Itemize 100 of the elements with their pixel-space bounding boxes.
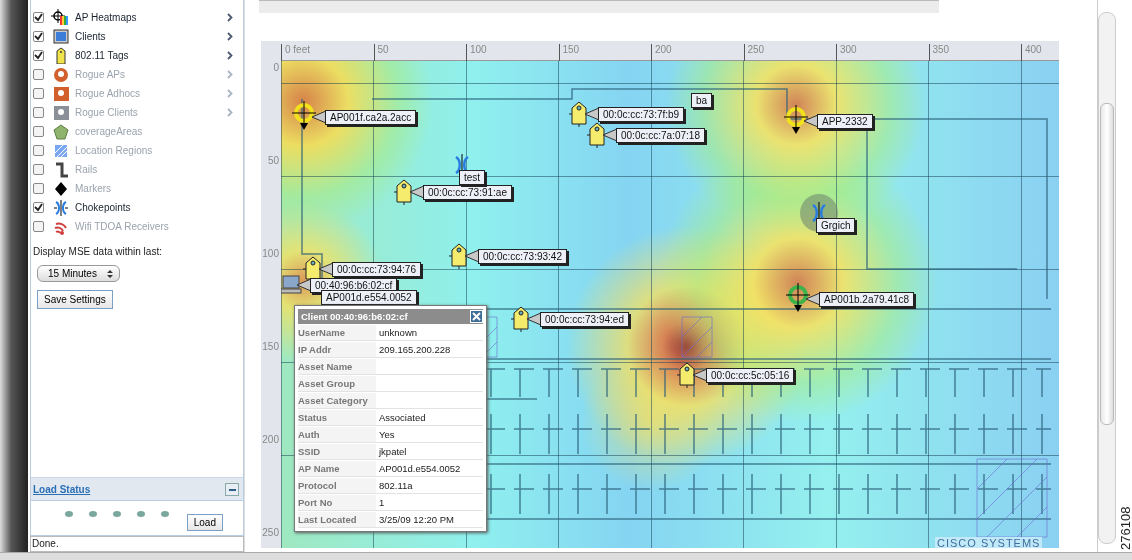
status-bar: Done. [30, 536, 244, 552]
progress-dot [88, 511, 97, 517]
monitor-icon [51, 28, 69, 45]
field-value: 1 [378, 496, 386, 508]
pointer-icon [585, 107, 599, 121]
callout-label: 00:0c:cc:73:93:42 [478, 248, 567, 264]
callout-label: AP001b.2a79.41c8 [819, 291, 915, 307]
field-value: jkpatel [377, 445, 408, 457]
field-value: unknown [378, 326, 419, 338]
progress-dot [136, 511, 145, 517]
checkbox[interactable] [33, 126, 44, 137]
checkbox[interactable] [33, 31, 44, 42]
horizontal-scrollbar[interactable] [0, 552, 1132, 560]
callout-label: test [459, 170, 486, 185]
scroll-thumb[interactable] [1100, 103, 1114, 425]
chokepoint-icon [51, 199, 69, 216]
field-label: UserName [298, 324, 376, 340]
brand-text: CISCO SYSTEMS [935, 537, 1043, 548]
field-value: 209.165.200.228 [378, 343, 452, 355]
field-label: Asset Category [298, 392, 376, 408]
callout-label: 00:0c:cc:5c:05:16 [706, 367, 795, 383]
field-label: Asset Group [298, 375, 376, 391]
ruler-label: 0 feet [281, 44, 311, 61]
field-label: Auth [298, 426, 376, 442]
field-label: Last Located [298, 511, 376, 527]
ruler-label: 100 [262, 248, 279, 259]
ruler-label: 400 [1021, 44, 1042, 61]
layer-label: Rogue APs [75, 69, 127, 80]
field-label: AP Name [298, 460, 376, 476]
ruler-label: 200 [262, 434, 279, 445]
popup-title: Client 00:40:96:b6:02:cf [301, 311, 408, 322]
field-value: 3/25/09 12:20 PM [378, 513, 455, 525]
checkbox[interactable] [33, 69, 44, 80]
ruler-label: 350 [928, 44, 950, 61]
field-value: Yes [378, 428, 396, 440]
layer-label: Rogue Adhocs [75, 88, 142, 99]
ruler-label: 50 [267, 155, 279, 166]
callout-label: 00:0c:cc:73:94:76 [332, 261, 421, 277]
heatmap-icon [51, 9, 69, 26]
stepper-icon[interactable] [106, 268, 113, 279]
ruler-label: 300 [836, 44, 857, 61]
pointer-icon [465, 249, 479, 263]
checkbox[interactable] [33, 221, 44, 232]
chevron-icon[interactable] [227, 32, 233, 41]
checkbox[interactable] [33, 145, 44, 156]
figure-number: 276108 [1118, 505, 1132, 552]
ruler-label: 150 [558, 44, 580, 61]
pointer-icon [312, 110, 326, 124]
layer-label: Location Regions [75, 145, 154, 156]
progress-dot [64, 511, 73, 517]
checkbox[interactable] [33, 107, 44, 118]
callout-label: 00:0c:cc:73:91:ae [423, 184, 512, 200]
load-button[interactable]: Load [186, 514, 223, 531]
progress-dot [160, 511, 169, 517]
checkbox[interactable] [33, 202, 44, 213]
field-label: Status [298, 409, 376, 425]
callout-label: 00:0c:cc:7a:07:18 [616, 127, 705, 143]
checkbox[interactable] [33, 88, 44, 99]
load-status-link[interactable]: Load Status [33, 483, 91, 495]
layer-label: Markers [75, 183, 113, 194]
layer-label: Rails [75, 164, 99, 175]
chevron-icon[interactable] [227, 13, 233, 22]
checkbox[interactable] [33, 183, 44, 194]
field-label: Protocol [298, 477, 376, 493]
field-value: 802.11a [378, 479, 414, 491]
callout-label: AP001d.e554.0052 [321, 290, 417, 305]
progress-dot [112, 511, 121, 517]
field-label: Port No [298, 494, 376, 510]
layer-label: Clients [75, 31, 107, 42]
display-label: Display MSE data within last: [33, 246, 163, 257]
pointer-icon [693, 368, 707, 382]
callout-label: AP001f.ca2a.2acc [325, 109, 417, 125]
pointer-icon [527, 312, 541, 326]
layer-label: coverageAreas [75, 126, 144, 137]
pointer-icon [297, 278, 311, 292]
layer-label: 802.11 Tags [75, 50, 130, 61]
callout-label: 00:0c:cc:73:94:ed [540, 311, 629, 327]
chevron-icon[interactable] [227, 51, 233, 60]
callout-label: Grgich [816, 218, 856, 233]
callout-label: APP-2332 [817, 113, 873, 129]
checkbox[interactable] [33, 50, 44, 61]
vertical-scrollbar[interactable] [1098, 12, 1116, 544]
ruler-label: 250 [743, 44, 765, 61]
layer-label: AP Heatmaps [75, 12, 138, 23]
checkbox[interactable] [33, 164, 44, 175]
laptop-icon[interactable] [281, 274, 303, 296]
pointer-icon [319, 262, 333, 276]
pointer-icon [603, 128, 617, 142]
period-select[interactable]: 15 Minutes [37, 265, 120, 282]
pointer-icon [410, 185, 424, 199]
callout-label: ba [691, 93, 713, 108]
pentagon-icon [51, 123, 69, 140]
ruler-label: 250 [262, 527, 279, 538]
layer-label: Chokepoints [75, 202, 132, 213]
field-value: AP001d.e554.0052 [378, 462, 462, 474]
ruler-label: 0 [273, 62, 279, 73]
checkbox[interactable] [33, 12, 44, 23]
ruler-label: 100 [466, 44, 487, 61]
ruler-label: 50 [373, 44, 389, 61]
save-settings-button[interactable]: Save Settings [37, 290, 113, 309]
